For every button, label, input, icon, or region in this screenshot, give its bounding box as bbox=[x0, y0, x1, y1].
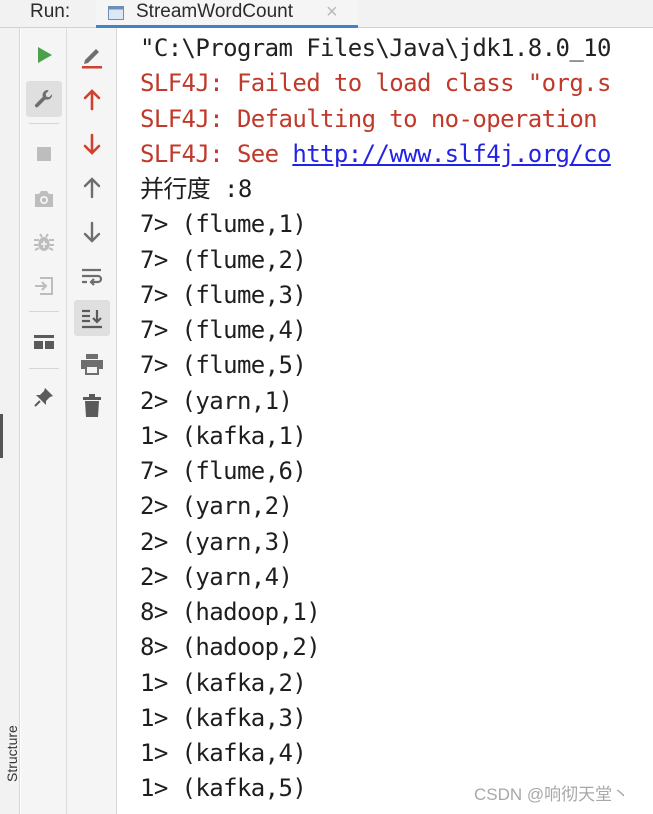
print-button[interactable] bbox=[74, 346, 110, 382]
left-tool-stripe: Structure bbox=[0, 28, 20, 814]
next-error-button[interactable] bbox=[74, 126, 110, 162]
structure-tool-tab[interactable]: Structure bbox=[2, 725, 22, 782]
console-lines: "C:\Program Files\Java\jdk1.8.0_10 SLF4J:… bbox=[140, 31, 653, 807]
console-line: 1> (kafka,1) bbox=[140, 419, 653, 454]
print-icon bbox=[81, 354, 103, 375]
console-line-text: 2> (yarn,2) bbox=[140, 492, 293, 521]
console-line-text: 7> (flume,1) bbox=[140, 210, 307, 239]
settings-button[interactable] bbox=[26, 81, 62, 117]
login-button[interactable] bbox=[26, 268, 62, 304]
console-line-text: 1> (kafka,3) bbox=[140, 703, 307, 732]
console-line-text: 1> (kafka,1) bbox=[140, 421, 307, 450]
console-line-text: SLF4J: See bbox=[140, 139, 293, 168]
rerun-button[interactable] bbox=[26, 37, 62, 73]
run-tab-bar: Run: StreamWordCount × bbox=[0, 0, 653, 28]
console-line-text: SLF4J: Defaulting to no-operation bbox=[140, 104, 598, 133]
console-line: 7> (flume,6) bbox=[140, 454, 653, 489]
soft-wrap-icon bbox=[82, 268, 103, 286]
run-tool-window: Run: StreamWordCount × Structure "C:\Pro… bbox=[0, 0, 653, 814]
arrow-up-icon bbox=[83, 177, 101, 199]
layout-button[interactable] bbox=[26, 324, 62, 360]
console-line: 1> (kafka,3) bbox=[140, 701, 653, 736]
arrow-down-red-icon bbox=[83, 133, 101, 155]
stop-button[interactable] bbox=[26, 136, 62, 172]
clear-button[interactable] bbox=[74, 388, 110, 424]
application-icon bbox=[108, 4, 124, 20]
toolbar-separator bbox=[29, 123, 59, 124]
console-line: 1> (kafka,4) bbox=[140, 736, 653, 771]
debug-button[interactable] bbox=[26, 224, 62, 260]
console-line: 2> (yarn,2) bbox=[140, 489, 653, 524]
console-line-text: 1> (kafka,5) bbox=[140, 774, 307, 803]
console-line-text: 7> (flume,3) bbox=[140, 280, 307, 309]
stripe-marker bbox=[0, 414, 3, 458]
arrow-down-icon bbox=[83, 221, 101, 243]
console-line-text: SLF4J: Failed to load class "org.s bbox=[140, 69, 611, 98]
console-line: 8> (hadoop,1) bbox=[140, 595, 653, 630]
toolbar-separator bbox=[29, 311, 59, 312]
console-line-text: 8> (hadoop,1) bbox=[140, 598, 321, 626]
layout-icon bbox=[34, 335, 54, 349]
console-line: 并行度 :8 bbox=[140, 172, 653, 207]
scroll-up-button[interactable] bbox=[74, 170, 110, 206]
console-line: SLF4J: Defaulting to no-operation bbox=[140, 102, 653, 137]
wrench-icon bbox=[34, 90, 53, 108]
console-line: "C:\Program Files\Java\jdk1.8.0_10 bbox=[140, 31, 653, 66]
console-line-text: 8> (hadoop,2) bbox=[140, 633, 321, 662]
watermark: CSDN @响彻天堂丶 bbox=[474, 783, 630, 807]
console-line: 7> (flume,4) bbox=[140, 313, 653, 348]
console-line-text: 7> (flume,5) bbox=[140, 351, 307, 380]
scroll-to-end-icon bbox=[82, 309, 102, 329]
bug-icon bbox=[34, 233, 54, 251]
arrow-up-red-icon bbox=[83, 89, 101, 111]
run-toolbar-primary bbox=[21, 28, 67, 814]
console-line-text: 2> (yarn,1) bbox=[140, 386, 293, 415]
console-line: 7> (flume,1) bbox=[140, 207, 653, 242]
console-line: SLF4J: See http://www.slf4j.org/co bbox=[140, 137, 653, 172]
console-line: 2> (yarn,4) bbox=[140, 560, 653, 595]
stop-icon bbox=[37, 147, 51, 161]
console-line: SLF4J: Failed to load class "org.s bbox=[140, 66, 653, 101]
console-line-text: 7> (flume,4) bbox=[140, 316, 307, 344]
console-line: 8> (hadoop,2) bbox=[140, 630, 653, 665]
login-icon bbox=[35, 277, 53, 295]
tab-stream-word-count[interactable]: StreamWordCount × bbox=[96, 0, 358, 28]
console-line: 7> (flume,5) bbox=[140, 348, 653, 383]
console-output[interactable]: "C:\Program Files\Java\jdk1.8.0_10 SLF4J:… bbox=[117, 28, 653, 814]
run-label: Run: bbox=[30, 1, 71, 22]
console-line: 7> (flume,2) bbox=[140, 243, 653, 278]
console-line-text: 2> (yarn,4) bbox=[140, 562, 293, 591]
scroll-to-end-button[interactable] bbox=[74, 300, 110, 336]
pin-button[interactable] bbox=[26, 379, 62, 415]
camera-icon bbox=[35, 191, 53, 207]
console-line-text: "C:\Program Files\Java\jdk1.8.0_10 bbox=[140, 34, 611, 62]
toolbar-separator bbox=[29, 368, 59, 369]
tab-label: StreamWordCount bbox=[136, 1, 293, 22]
console-line-text: 1> (kafka,4) bbox=[140, 739, 307, 767]
run-toolbar-secondary bbox=[67, 28, 117, 814]
console-line-text: 7> (flume,6) bbox=[140, 457, 307, 485]
console-line-text: 7> (flume,2) bbox=[140, 245, 307, 274]
console-line: 2> (yarn,1) bbox=[140, 384, 653, 419]
console-line-text: 2> (yarn,3) bbox=[140, 527, 293, 556]
console-line-text: 并行度 :8 bbox=[140, 175, 252, 203]
edit-config-button[interactable] bbox=[74, 38, 110, 74]
screenshot-button[interactable] bbox=[26, 181, 62, 217]
soft-wrap-button[interactable] bbox=[74, 258, 110, 294]
console-line: 7> (flume,3) bbox=[140, 278, 653, 313]
console-link[interactable]: http://www.slf4j.org/co bbox=[292, 140, 611, 168]
edit-icon bbox=[82, 49, 102, 69]
trash-icon bbox=[83, 394, 101, 417]
prev-error-button[interactable] bbox=[74, 82, 110, 118]
pin-icon bbox=[34, 388, 53, 407]
console-line: 1> (kafka,2) bbox=[140, 666, 653, 701]
console-line: 2> (yarn,3) bbox=[140, 525, 653, 560]
close-tab-icon[interactable]: × bbox=[326, 0, 338, 24]
play-icon bbox=[38, 47, 52, 63]
console-line-text: 1> (kafka,2) bbox=[140, 668, 307, 697]
scroll-down-button[interactable] bbox=[74, 214, 110, 250]
